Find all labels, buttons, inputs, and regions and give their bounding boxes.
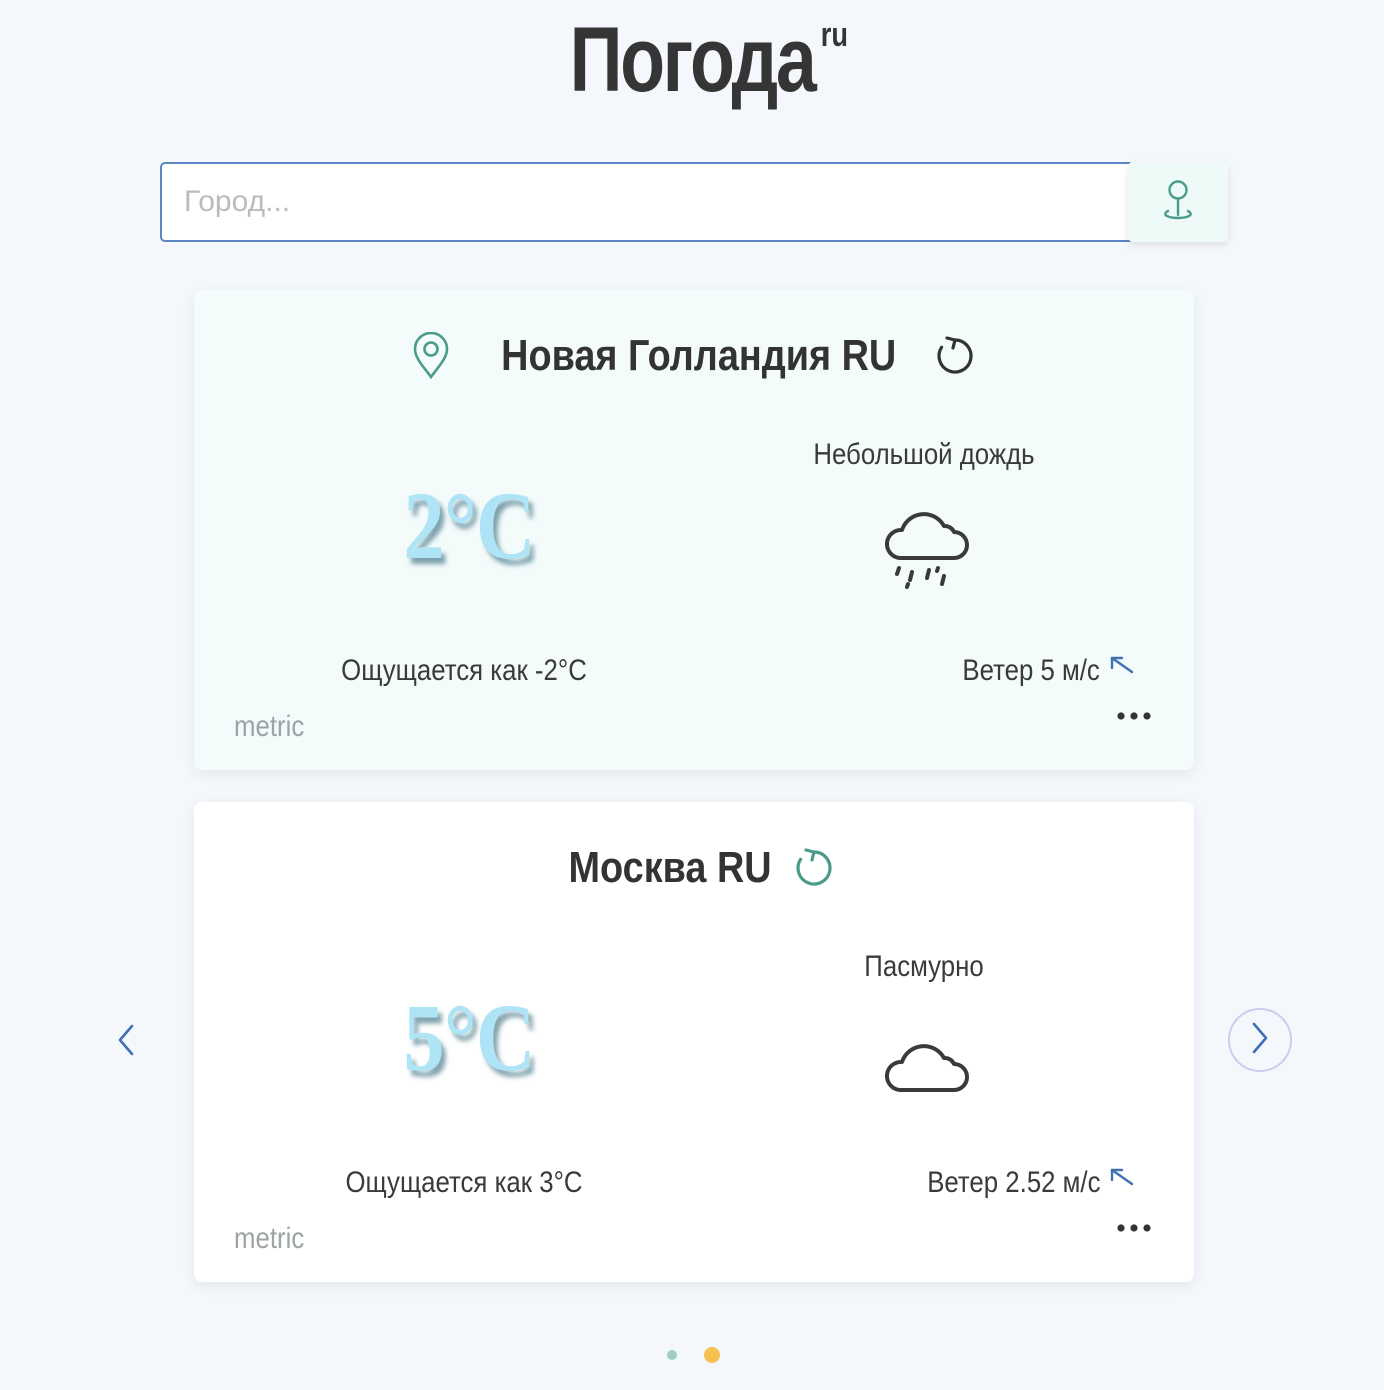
units-label: metric — [234, 710, 305, 743]
weather-card: Новая Голландия RU 2°C Небольшой дождь О… — [194, 290, 1194, 770]
map-pin-icon — [1162, 179, 1194, 226]
units-label: metric — [234, 1222, 305, 1255]
feels-like: Ощущается как -2°C — [341, 654, 587, 687]
carousel-next-button[interactable] — [1228, 1008, 1292, 1072]
city-name: Новая Голландия RU — [501, 331, 897, 380]
card-title: Москва RU — [194, 838, 1194, 898]
carousel-pagination — [660, 1346, 730, 1366]
header: Погода ru — [0, 0, 1384, 130]
wind-speed: Ветер 5 м/с — [962, 654, 1100, 687]
weather-condition: Пасмурно — [864, 950, 984, 983]
pagination-dot-active[interactable] — [704, 1347, 720, 1363]
more-dots-icon — [1116, 1220, 1152, 1238]
app-logo: Погода ru — [569, 8, 848, 113]
wind-speed: Ветер 2.52 м/с — [926, 1166, 1100, 1199]
more-options-button[interactable] — [1112, 702, 1156, 732]
cloud-icon — [874, 1016, 974, 1106]
carousel-prev-button[interactable] — [98, 1012, 154, 1072]
wind-direction-icon — [1108, 1166, 1136, 1194]
city-search-input[interactable] — [160, 162, 1134, 242]
search-row — [160, 162, 1228, 242]
chevron-left-icon — [116, 1023, 136, 1062]
more-dots-icon — [1116, 708, 1152, 726]
app-title: Погода — [569, 9, 817, 111]
location-marker-icon — [411, 332, 451, 380]
city-name: Москва RU — [568, 843, 772, 892]
cloud-rain-icon — [874, 504, 974, 594]
wind-direction-icon — [1108, 654, 1136, 682]
pagination-dot[interactable] — [667, 1350, 677, 1360]
chevron-right-icon — [1250, 1021, 1270, 1060]
weather-card: Москва RU 5°C Пасмурно Ощущается как 3°C… — [194, 802, 1194, 1282]
temperature: 2°C — [403, 472, 535, 579]
feels-like: Ощущается как 3°C — [345, 1166, 583, 1199]
geolocation-button[interactable] — [1128, 162, 1228, 242]
weather-condition: Небольшой дождь — [813, 438, 1035, 471]
temperature: 5°C — [403, 984, 535, 1091]
refresh-icon[interactable] — [792, 846, 836, 890]
card-title: Новая Голландия RU — [194, 326, 1194, 386]
more-options-button[interactable] — [1112, 1214, 1156, 1244]
app-title-superscript: ru — [820, 16, 848, 54]
refresh-icon[interactable] — [933, 334, 977, 378]
